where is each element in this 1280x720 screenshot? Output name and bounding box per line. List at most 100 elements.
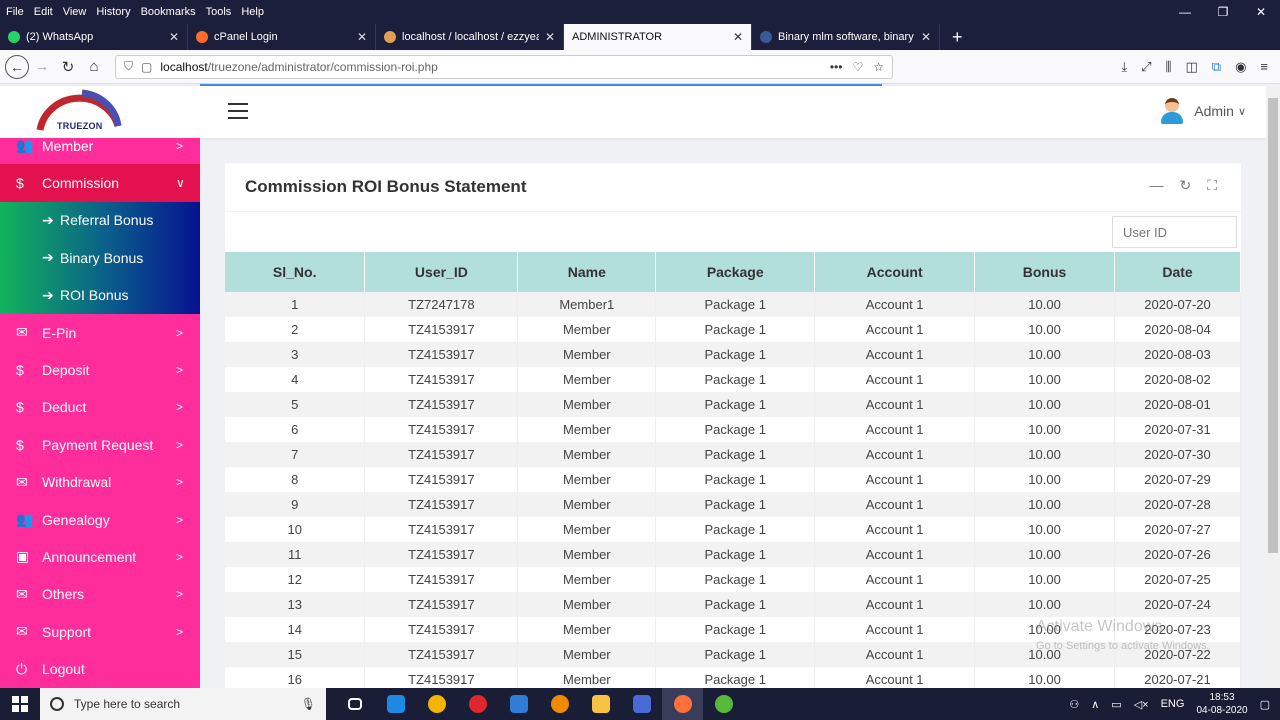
- start-button[interactable]: [0, 696, 40, 712]
- panel-tools: — ↻ ⛶: [1149, 177, 1217, 194]
- column-header[interactable]: Package: [655, 252, 816, 292]
- screenshot-icon[interactable]: ⧉: [1212, 59, 1221, 75]
- restore-button[interactable]: ❐: [1204, 5, 1242, 19]
- menu-edit[interactable]: Edit: [34, 6, 53, 18]
- sidebar-item-label: Payment Request: [42, 436, 154, 453]
- tab-list: (2) WhatsApp ✕ cPanel Login ✕ localhost / lo…: [0, 24, 940, 50]
- close-tab-icon[interactable]: ✕: [733, 30, 743, 44]
- menu-help[interactable]: Help: [241, 6, 264, 18]
- column-header[interactable]: Account: [814, 252, 976, 292]
- close-tab-icon[interactable]: ✕: [169, 30, 179, 44]
- taskbar-app[interactable]: [416, 688, 457, 720]
- download-icon[interactable]: ⤓: [1121, 59, 1127, 75]
- network-icon[interactable]: ▭: [1111, 698, 1121, 711]
- refresh-icon[interactable]: ↻: [1179, 177, 1191, 194]
- language-indicator[interactable]: ENG: [1161, 698, 1185, 710]
- minimize-button[interactable]: —: [1166, 5, 1204, 19]
- column-header[interactable]: Name: [517, 252, 657, 292]
- sidebar-item-commission[interactable]: $ Commission ∨: [0, 164, 200, 202]
- tab-3[interactable]: localhost / localhost / ezzyearn ✕: [376, 24, 564, 50]
- resize-icon[interactable]: ⤢: [1141, 59, 1151, 75]
- taskbar-app[interactable]: [580, 688, 621, 720]
- minimize-panel-icon[interactable]: —: [1149, 177, 1163, 194]
- menu-view[interactable]: View: [63, 6, 87, 18]
- close-tab-icon[interactable]: ✕: [545, 30, 555, 44]
- user-id-search-input[interactable]: [1112, 216, 1237, 248]
- taskbar-app[interactable]: [539, 688, 580, 720]
- taskbar-app[interactable]: [334, 688, 375, 720]
- menu-icon[interactable]: ≡: [1260, 59, 1268, 75]
- close-window-button[interactable]: ✕: [1242, 5, 1280, 19]
- home-button[interactable]: ⌂: [81, 58, 107, 75]
- column-header[interactable]: Date: [1114, 252, 1241, 292]
- table-cell: 2020-07-27: [1114, 517, 1241, 542]
- column-header[interactable]: Bonus: [974, 252, 1116, 292]
- sidebar-item-member[interactable]: 👥 Member >: [0, 138, 200, 164]
- sidebar-item-others[interactable]: ✉ Others >: [0, 576, 200, 613]
- column-header[interactable]: User_ID: [364, 252, 519, 292]
- bookmark-star-icon[interactable]: ☆: [873, 60, 884, 74]
- taskbar-app[interactable]: [662, 688, 703, 720]
- taskbar-app[interactable]: [457, 688, 498, 720]
- table-cell: Package 1: [655, 442, 816, 467]
- clock[interactable]: 18:53 04-08-2020: [1196, 691, 1247, 717]
- notifications-icon[interactable]: ▢: [1260, 698, 1270, 711]
- taskbar-app[interactable]: [703, 688, 744, 720]
- scrollbar-thumb[interactable]: [1268, 98, 1278, 553]
- new-tab-button[interactable]: +: [940, 24, 975, 50]
- sidebar-item-genealogy[interactable]: 👥 Genealogy >: [0, 501, 200, 538]
- close-tab-icon[interactable]: ✕: [921, 30, 931, 44]
- menu-history[interactable]: History: [96, 6, 130, 18]
- table-cell: 10.00: [974, 367, 1116, 392]
- sidebar-item-logout[interactable]: ⏻ Logout: [0, 650, 200, 687]
- sidebar-item-e-pin[interactable]: ✉ E-Pin >: [0, 314, 200, 351]
- microphone-icon[interactable]: 🎙: [301, 697, 316, 711]
- back-button[interactable]: ←: [5, 54, 29, 79]
- truezone-logo[interactable]: TRUEZON: [34, 88, 124, 136]
- sidebar-item-deduct[interactable]: $ Deduct >: [0, 389, 200, 426]
- submenu-item-referral-bonus[interactable]: ➔ Referral Bonus: [0, 202, 200, 239]
- table-cell: 10.00: [974, 317, 1116, 342]
- column-header[interactable]: Sl_No.: [225, 252, 366, 292]
- taskbar-search[interactable]: Type here to search 🎙: [40, 688, 326, 720]
- taskbar-app[interactable]: [375, 688, 416, 720]
- tab-4[interactable]: ADMINISTRATOR ✕: [564, 24, 752, 50]
- sidebar-item-support[interactable]: ✉ Support >: [0, 613, 200, 650]
- submenu-item-binary-bonus[interactable]: ➔ Binary Bonus: [0, 239, 200, 276]
- people-icon[interactable]: ⚇: [1069, 698, 1079, 711]
- pocket-icon[interactable]: ♡: [852, 60, 863, 74]
- close-tab-icon[interactable]: ✕: [357, 30, 367, 44]
- address-bar[interactable]: ⛉ ▢ localhost /truezone/administrator/co…: [115, 54, 893, 79]
- submenu-item-roi-bonus[interactable]: ➔ ROI Bonus: [0, 277, 200, 314]
- sidebar-item-announcement[interactable]: ▣ Announcement >: [0, 538, 200, 575]
- reload-button[interactable]: ↻: [55, 58, 81, 76]
- table-cell: TZ4153917: [364, 442, 519, 467]
- menu-file[interactable]: File: [6, 6, 24, 18]
- tab-5[interactable]: Binary mlm software, binary mlm so ✕: [752, 24, 940, 50]
- taskbar-app[interactable]: [621, 688, 662, 720]
- menu-tools[interactable]: Tools: [206, 6, 232, 18]
- table-cell: 6: [225, 417, 366, 442]
- tab-label: ADMINISTRATOR: [572, 31, 663, 43]
- tray-expand-icon[interactable]: ∧: [1091, 698, 1099, 711]
- admin-menu[interactable]: Admin ∨: [1160, 98, 1246, 124]
- sidebar-item-withdrawal[interactable]: ✉ Withdrawal >: [0, 464, 200, 501]
- fullscreen-icon[interactable]: ⛶: [1207, 177, 1217, 194]
- forward-button[interactable]: →: [29, 58, 55, 75]
- volume-icon[interactable]: ◁×: [1134, 698, 1149, 711]
- menu-bookmarks[interactable]: Bookmarks: [141, 6, 196, 18]
- tab-1[interactable]: (2) WhatsApp ✕: [0, 24, 188, 50]
- chevron-down-icon: ∨: [176, 176, 185, 191]
- tab-bar: (2) WhatsApp ✕ cPanel Login ✕ localhost / lo…: [0, 24, 1280, 50]
- page-scrollbar[interactable]: [1266, 86, 1280, 688]
- sidebar-item-deposit[interactable]: $ Deposit >: [0, 351, 200, 388]
- account-icon[interactable]: ◉: [1235, 59, 1246, 75]
- taskbar-app[interactable]: [498, 688, 539, 720]
- tab-favicon-icon: [196, 31, 208, 43]
- library-icon[interactable]: ⫼: [1165, 59, 1171, 75]
- tab-2[interactable]: cPanel Login ✕: [188, 24, 376, 50]
- sidebar-icon[interactable]: ◫: [1185, 59, 1197, 75]
- sidebar-item-payment-request[interactable]: $ Payment Request >: [0, 426, 200, 463]
- sidebar-toggle-button[interactable]: [228, 103, 248, 124]
- page-actions-button[interactable]: •••: [830, 60, 843, 74]
